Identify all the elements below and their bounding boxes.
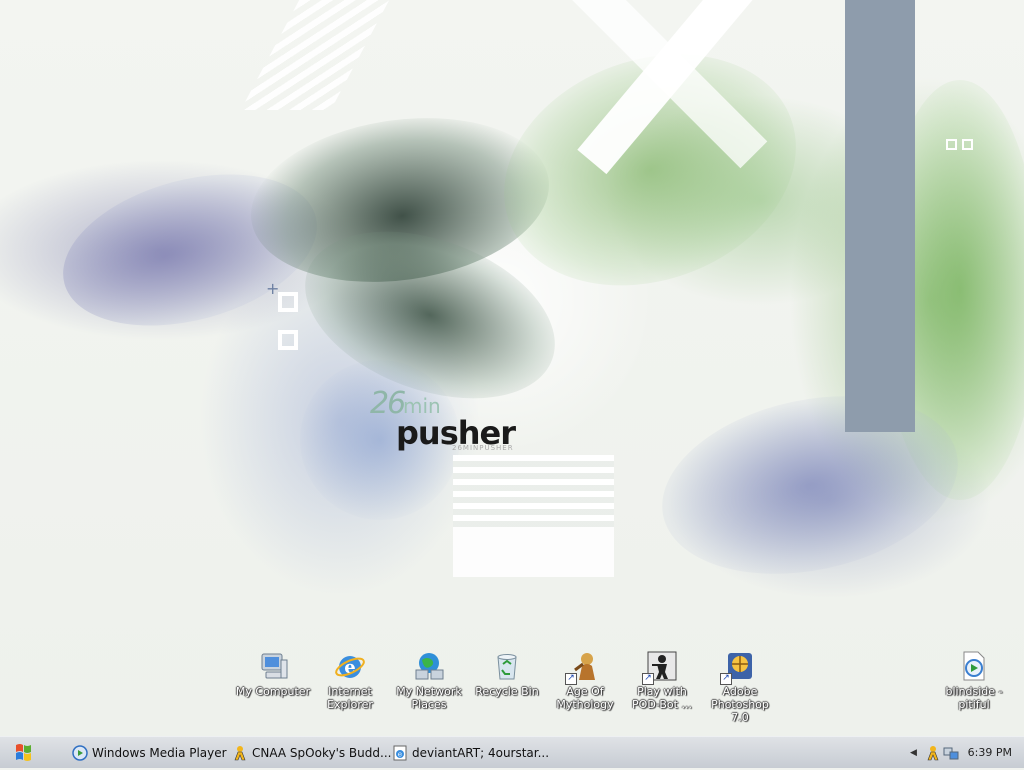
desktop-icon-label: Age Of Mythology (556, 685, 614, 711)
desktop-icon-label: Recycle Bin (475, 685, 539, 698)
desktop-icon-blindside-pitiful[interactable]: blindside - pitiful (936, 650, 1012, 711)
task-button-windows-media-player[interactable]: Windows Media Player (72, 739, 227, 767)
tray-expand-chevron-icon[interactable]: ◀ (910, 748, 917, 758)
desktop-icon-my-computer[interactable]: My Computer (235, 650, 311, 698)
desktop-icon-label: My Network Places (396, 685, 462, 711)
desktop-icon-label: Adobe Photoshop 7.0 (711, 685, 769, 724)
task-button-aim[interactable]: CNAA SpOoky's Budd... (232, 739, 391, 767)
photoshop-icon: ↗ (720, 650, 756, 685)
tray-aim-icon[interactable] (925, 745, 941, 761)
recycle-bin-icon (491, 650, 523, 682)
wallpaper-square (962, 139, 973, 150)
shortcut-arrow-icon: ↗ (565, 673, 577, 685)
desktop-icon-label: blindside - pitiful (945, 685, 1003, 711)
desktop-icon-adobe-photoshop[interactable]: ↗ Adobe Photoshop 7.0 (702, 650, 778, 724)
desktop-icon-internet-explorer[interactable]: e Internet Explorer (312, 650, 388, 711)
windows-logo-icon (16, 744, 31, 761)
wallpaper-stripes (240, 0, 390, 110)
shortcut-arrow-icon: ↗ (720, 673, 732, 685)
windows-media-player-icon (72, 745, 88, 761)
wallpaper-panel (845, 0, 915, 432)
task-button-label: Windows Media Player (92, 746, 227, 760)
my-computer-icon (257, 650, 289, 682)
taskbar: Windows Media Player CNAA SpOoky's Budd.… (0, 736, 1024, 768)
wallpaper-cross (560, 0, 780, 190)
desktop[interactable]: + 26 min pusher 26MINPUSHER My Computer … (0, 0, 1024, 736)
start-button[interactable] (4, 740, 44, 766)
desktop-icon-my-network-places[interactable]: My Network Places (391, 650, 467, 711)
desktop-icon-recycle-bin[interactable]: Recycle Bin (469, 650, 545, 698)
desktop-icon-label: My Computer (235, 685, 311, 698)
wallpaper-square (946, 139, 957, 150)
wallpaper-plus: + (266, 279, 280, 298)
desktop-icon-pod-bot[interactable]: ↗ Play with POD-Bot ... (624, 650, 700, 711)
task-button-label: CNAA SpOoky's Budd... (252, 746, 392, 760)
age-of-mythology-icon: ↗ (565, 650, 601, 685)
task-button-deviantart[interactable]: e deviantART; 4ourstar... (392, 739, 549, 767)
ie-page-icon: e (393, 745, 407, 761)
desktop-icon-label: Play with POD-Bot ... (632, 685, 692, 711)
wallpaper-lines-panel (453, 455, 614, 577)
logo-sub-text: 26MINPUSHER (452, 444, 514, 452)
internet-explorer-icon: e (334, 650, 366, 682)
desktop-icon-label: Internet Explorer (327, 685, 373, 711)
network-places-icon (413, 650, 445, 682)
wallpaper-square (278, 330, 298, 350)
tray-network-icon[interactable] (943, 745, 959, 761)
tray-clock[interactable]: 6:39 PM (968, 746, 1012, 759)
aim-icon (234, 746, 246, 761)
task-button-label: deviantART; 4ourstar... (412, 746, 550, 760)
wallpaper-square (278, 292, 298, 312)
counter-strike-icon: ↗ (642, 650, 678, 685)
system-tray: ◀ 6:39 PM (910, 737, 1024, 768)
media-file-icon (958, 650, 990, 682)
shortcut-arrow-icon: ↗ (642, 673, 654, 685)
svg-text:e: e (398, 751, 402, 759)
desktop-icon-age-of-mythology[interactable]: ↗ Age Of Mythology (547, 650, 623, 711)
